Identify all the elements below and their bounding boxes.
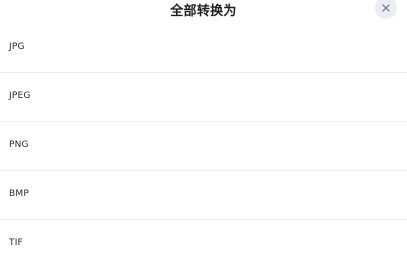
format-label: PNG bbox=[9, 140, 29, 150]
format-label: JPEG bbox=[9, 91, 31, 101]
close-icon bbox=[382, 4, 390, 12]
format-list: JPG JPEG PNG BMP TIF bbox=[0, 24, 407, 269]
format-option-jpg[interactable]: JPG bbox=[0, 24, 407, 73]
sheet-title: 全部转换为 bbox=[170, 4, 237, 19]
format-label: TIF bbox=[9, 238, 23, 248]
format-option-png[interactable]: PNG bbox=[0, 122, 407, 171]
format-label: JPG bbox=[9, 42, 25, 52]
sheet-header: 全部转换为 bbox=[0, 0, 407, 24]
format-option-jpeg[interactable]: JPEG bbox=[0, 73, 407, 122]
format-option-tif[interactable]: TIF bbox=[0, 220, 407, 269]
format-label: BMP bbox=[9, 189, 29, 199]
format-option-bmp[interactable]: BMP bbox=[0, 171, 407, 220]
convert-all-sheet: 全部转换为 JPG JPEG PNG BMP TIF bbox=[0, 0, 407, 251]
